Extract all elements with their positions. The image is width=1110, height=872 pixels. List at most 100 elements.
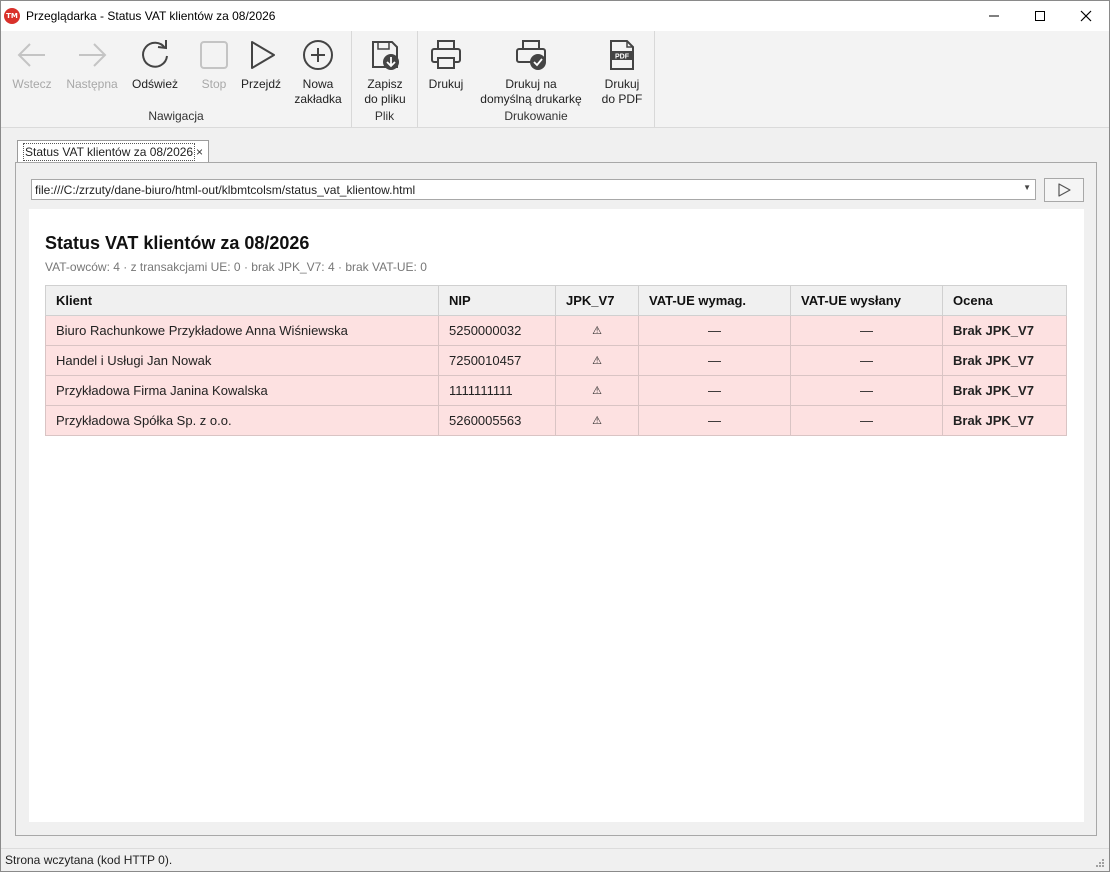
stop-button[interactable]: Stop [196,37,232,92]
resize-grip-icon[interactable] [1095,858,1105,868]
minimize-icon [989,15,999,17]
play-icon [1058,183,1071,197]
cell-client: Przykładowa Firma Janina Kowalska [45,375,439,406]
print-button[interactable]: Drukuj [426,37,466,92]
refresh-button[interactable]: Odśwież [131,37,179,92]
column-header: Ocena [942,285,1067,316]
plus-circle-icon [300,37,336,73]
close-window-button[interactable] [1063,1,1109,31]
warning-icon: ⚠ [555,345,639,376]
ribbon-group-label: Plik [374,109,395,123]
back-button-label: Wstecz [12,77,52,91]
close-icon [1080,10,1092,22]
forward-button[interactable]: Następna [65,37,119,92]
save-disk-icon [367,37,403,73]
cell-assessment: Brak JPK_V7 [942,315,1067,346]
printer-icon [428,37,464,73]
new-tab-button[interactable]: Nowa zakładka [292,37,344,107]
ribbon-toolbar: Wstecz Następna Odśwież Stop Przejdź Now… [1,31,1109,128]
ribbon-group-file: Zapisz do pliku Plik [352,31,418,127]
maximize-button[interactable] [1017,1,1063,31]
ribbon-group-label: Nawigacja [148,109,204,123]
dropdown-arrow-icon[interactable]: ▼ [1023,183,1031,192]
cell-assessment: Brak JPK_V7 [942,405,1067,436]
ribbon-group-label: Drukowanie [504,109,568,123]
print-to-pdf-label: Drukuj do PDF [601,77,643,106]
svg-text:PDF: PDF [615,54,630,61]
play-icon [243,37,279,73]
ribbon-group-navigation: Wstecz Następna Odśwież Stop Przejdź Now… [1,31,352,127]
cell-vatue-sent: — [790,315,943,346]
vat-status-table: Klient NIP JPK_V7 VAT-UE wymag. VAT-UE w… [45,285,1067,436]
navigate-go-button[interactable] [1044,178,1084,202]
new-tab-button-label: Nowa zakładka [294,77,342,106]
page-summary: VAT-owców: 4 · z transakcjami UE: 0 · br… [45,260,427,274]
tab-status-vat[interactable]: Status VAT klientów za 08/2026 × [17,140,209,163]
status-bar: Strona wczytana (kod HTTP 0). [1,848,1109,871]
tab-label: Status VAT klientów za 08/2026 [23,143,196,161]
cell-assessment: Brak JPK_V7 [942,375,1067,406]
tab-close-button[interactable]: × [196,145,203,159]
cell-vatue-required: — [638,405,791,436]
forward-button-label: Następna [66,77,118,91]
printer-check-icon [513,37,549,73]
print-default-printer-label: Drukuj na domyślną drukarkę [480,77,582,106]
cell-vatue-required: — [638,345,791,376]
window-controls [971,1,1109,31]
cell-vatue-required: — [638,375,791,406]
print-default-printer-button[interactable]: Drukuj na domyślną drukarkę [478,37,584,107]
column-header: Klient [45,285,439,316]
column-header: JPK_V7 [555,285,639,316]
pdf-file-icon: PDF [604,37,640,73]
minimize-button[interactable] [971,1,1017,31]
title-bar: TM Przeglądarka - Status VAT klientów za… [1,1,1109,31]
cell-vatue-sent: — [790,375,943,406]
refresh-button-label: Odśwież [131,77,178,91]
save-to-file-button[interactable]: Zapisz do pliku [360,37,410,107]
refresh-icon [137,37,173,73]
forward-arrow-icon [74,37,110,73]
back-arrow-icon [14,37,50,73]
cell-nip: 5250000032 [438,315,556,346]
tab-panel: file:///C:/zrzuty/dane-biuro/html-out/kl… [15,162,1097,836]
page-title: Status VAT klientów za 08/2026 [45,233,310,253]
status-text: Strona wczytana (kod HTTP 0). [5,853,173,867]
cell-nip: 5260005563 [438,405,556,436]
stop-icon [196,37,232,73]
table-row: Przykładowa Spółka Sp. z o.o. 5260005563… [45,405,1067,436]
table-header-row: Klient NIP JPK_V7 VAT-UE wymag. VAT-UE w… [45,285,1067,316]
cell-nip: 1111111111 [438,375,556,406]
print-button-label: Drukuj [428,77,464,91]
cell-vatue-sent: — [790,405,943,436]
warning-icon: ⚠ [555,405,639,436]
go-button[interactable]: Przejdź [241,37,281,92]
column-header: VAT-UE wysłany [790,285,943,316]
print-to-pdf-button[interactable]: PDF Drukuj do PDF [598,37,646,107]
cell-assessment: Brak JPK_V7 [942,345,1067,376]
cell-client: Biuro Rachunkowe Przykładowe Anna Wiśnie… [45,315,439,346]
web-content: Status VAT klientów za 08/2026 VAT-owców… [29,209,1084,822]
cell-client: Przykładowa Spółka Sp. z o.o. [45,405,439,436]
cell-vatue-sent: — [790,345,943,376]
address-bar[interactable]: file:///C:/zrzuty/dane-biuro/html-out/kl… [31,179,1036,200]
save-to-file-label: Zapisz do pliku [364,77,406,106]
maximize-icon [1035,11,1045,21]
stop-button-label: Stop [201,77,227,91]
go-button-label: Przejdź [241,77,282,91]
cell-nip: 7250010457 [438,345,556,376]
address-url: file:///C:/zrzuty/dane-biuro/html-out/kl… [35,182,416,197]
table-row: Handel i Usługi Jan Nowak 7250010457 ⚠ —… [45,345,1067,376]
browser-window: TM Przeglądarka - Status VAT klientów za… [0,0,1110,872]
ribbon-group-printing: Drukuj Drukuj na domyślną drukarkę PDF D… [418,31,655,127]
window-title: Przeglądarka - Status VAT klientów za 08… [26,9,276,23]
cell-client: Handel i Usługi Jan Nowak [45,345,439,376]
table-row: Przykładowa Firma Janina Kowalska 111111… [45,375,1067,406]
warning-icon: ⚠ [555,315,639,346]
column-header: NIP [438,285,556,316]
table-row: Biuro Rachunkowe Przykładowe Anna Wiśnie… [45,315,1067,346]
app-logo-icon: TM [4,8,20,24]
back-button[interactable]: Wstecz [12,37,52,92]
column-header: VAT-UE wymag. [638,285,791,316]
cell-vatue-required: — [638,315,791,346]
warning-icon: ⚠ [555,375,639,406]
